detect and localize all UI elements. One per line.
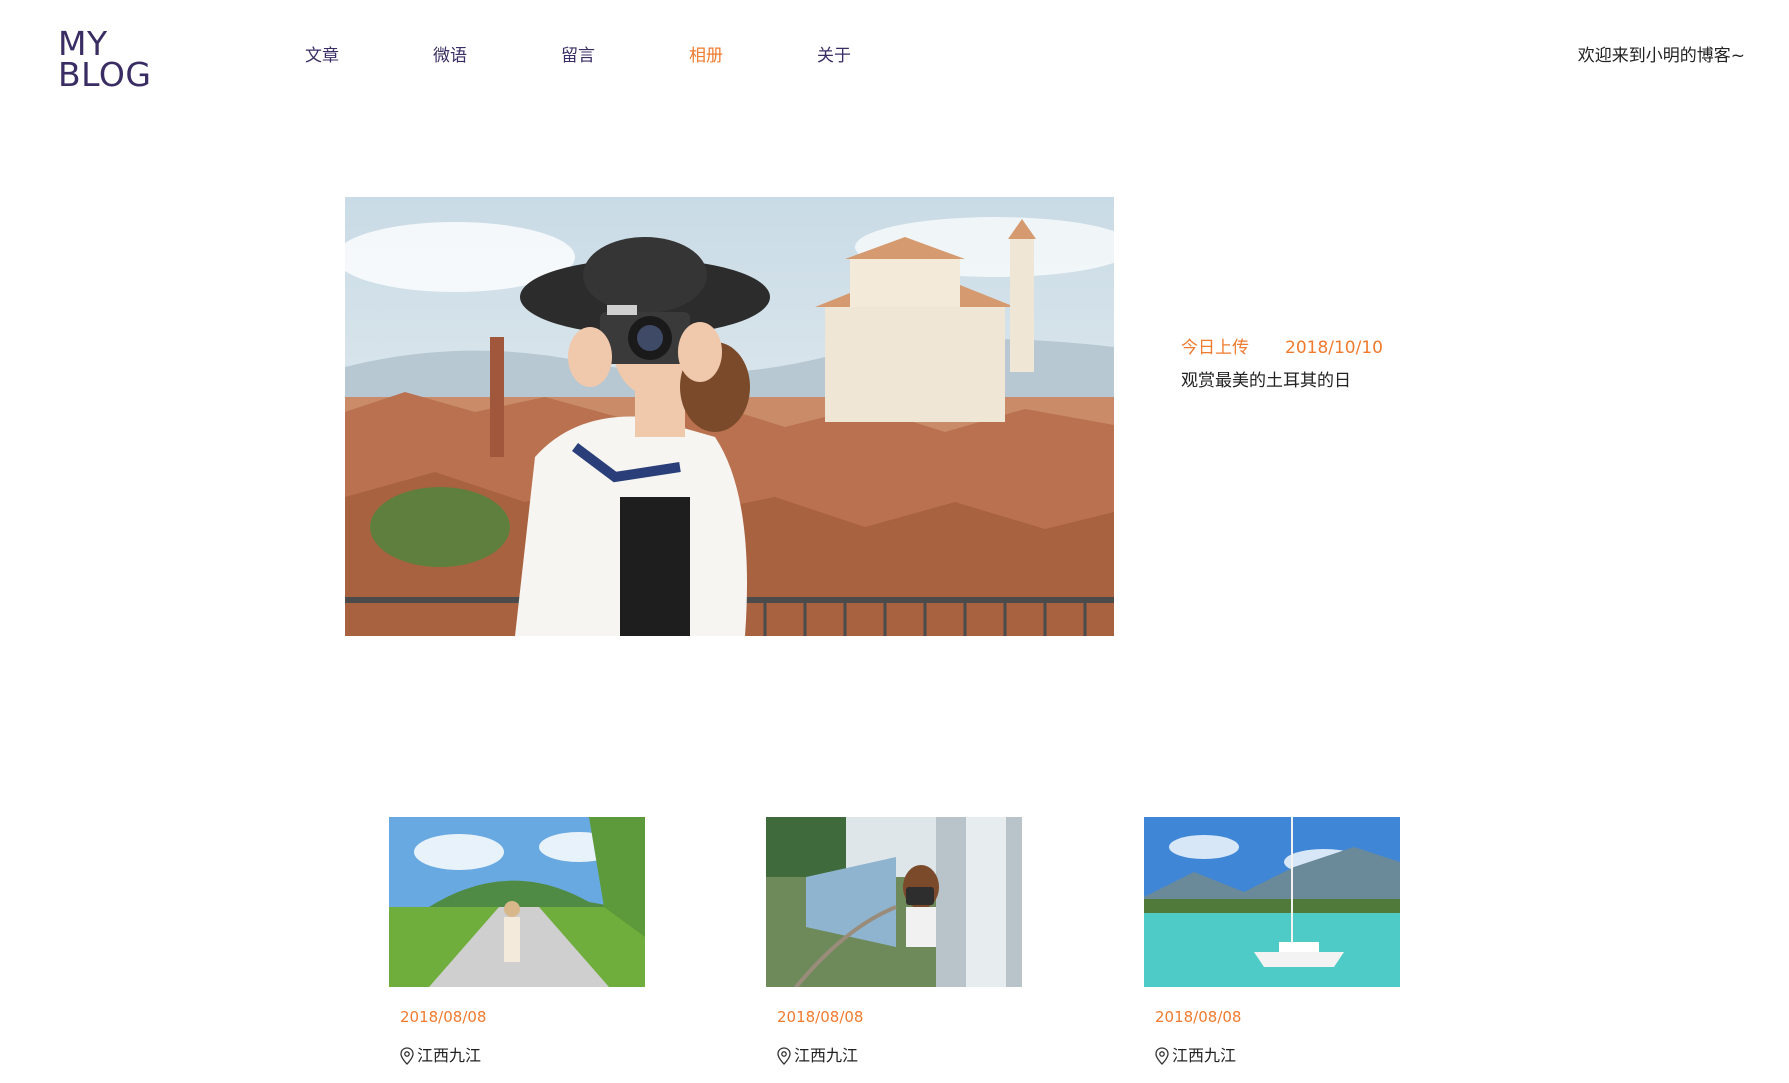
main-nav: 文章 微语 留言 相册 关于 <box>305 44 945 68</box>
location-pin-icon <box>400 1047 414 1065</box>
nav-item-about[interactable]: 关于 <box>817 44 945 68</box>
photo-card: 2018/08/08 江西九江 <box>389 817 645 1067</box>
lake-boat-photo <box>1144 817 1400 987</box>
upload-date: 2018/10/10 <box>1285 338 1383 358</box>
nav-item-articles[interactable]: 文章 <box>305 44 433 68</box>
logo-line-2: BLOG <box>58 55 152 94</box>
photo-card: 2018/08/08 江西九江 <box>1144 817 1400 1067</box>
card-location-text: 江西九江 <box>794 1046 859 1065</box>
upload-tag: 今日上传 <box>1181 338 1249 358</box>
hero-photo[interactable] <box>345 197 1114 636</box>
hero-photo-illustration <box>345 197 1114 636</box>
hero-caption: 观赏最美的土耳其的日 <box>1181 371 1351 391</box>
card-date: 2018/08/08 <box>1155 1008 1242 1026</box>
hero-info: 今日上传 2018/10/10 观赏最美的土耳其的日 <box>1181 336 1383 393</box>
photo-thumbnail[interactable] <box>389 817 645 987</box>
nav-item-micro-posts[interactable]: 微语 <box>433 44 561 68</box>
photo-thumbnail[interactable] <box>1144 817 1400 987</box>
card-location: 江西九江 <box>1155 1045 1400 1067</box>
card-location: 江西九江 <box>400 1045 645 1067</box>
location-pin-icon <box>1155 1047 1169 1065</box>
page: MY BLOG 文章 微语 留言 相册 关于 欢迎来到小明的博客~ 今日上传 2… <box>0 0 1789 1083</box>
nav-item-album[interactable]: 相册 <box>689 44 817 68</box>
train-window-photo <box>766 817 1022 987</box>
logo[interactable]: MY BLOG <box>58 27 152 94</box>
photo-thumbnail[interactable] <box>766 817 1022 987</box>
photo-card: 2018/08/08 江西九江 <box>766 817 1022 1067</box>
nav-item-messages[interactable]: 留言 <box>561 44 689 68</box>
card-location-text: 江西九江 <box>1172 1046 1237 1065</box>
card-date: 2018/08/08 <box>400 1008 487 1026</box>
card-location: 江西九江 <box>777 1045 1022 1067</box>
road-walk-photo <box>389 817 645 987</box>
card-location-text: 江西九江 <box>417 1046 482 1065</box>
hero-meta: 今日上传 2018/10/10 <box>1181 336 1383 360</box>
welcome-text: 欢迎来到小明的博客~ <box>1577 46 1745 66</box>
location-pin-icon <box>777 1047 791 1065</box>
card-date: 2018/08/08 <box>777 1008 864 1026</box>
